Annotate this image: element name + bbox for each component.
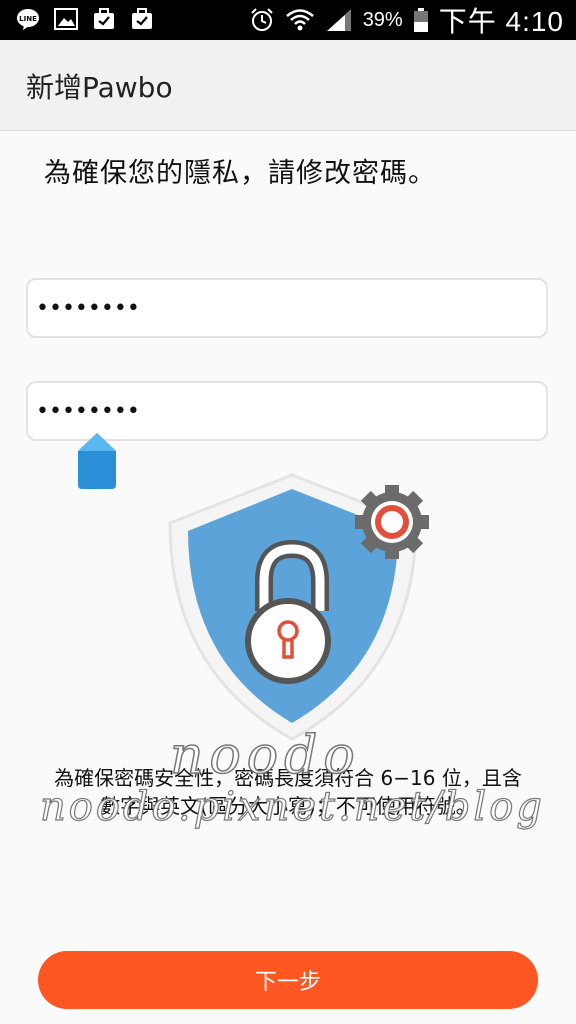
clock-time: 下午 4:10 (438, 6, 564, 37)
next-button[interactable]: 下一步 (38, 951, 538, 1009)
gear-icon (355, 485, 429, 559)
status-left-icons: LINE (16, 6, 154, 32)
briefcase-icon (94, 8, 114, 29)
signal-icon (326, 9, 351, 31)
new-password-field[interactable] (26, 278, 548, 338)
headline: 為確保您的隱私，請修改密碼。 (44, 158, 436, 189)
new-password-input[interactable] (28, 280, 546, 336)
page-title: 新增Pawbo (26, 71, 173, 104)
briefcase-icon (132, 8, 152, 29)
gallery-icon (54, 8, 78, 30)
wifi-icon (285, 9, 314, 31)
status-right: 39% 下午 4:10 (249, 0, 564, 40)
battery-icon (413, 8, 428, 32)
text-cursor-handle[interactable] (76, 431, 118, 491)
security-shield-illustration (168, 473, 429, 741)
svg-text:LINE: LINE (19, 15, 37, 23)
password-rules-line-2: 數字與英文(區分大小寫)；不可使用符號。 (100, 794, 476, 818)
main-content: 為確保您的隱私，請修改密碼。 •••••••• •••••••• 為確保密碼安全… (0, 131, 576, 1024)
app-bar: 新增Pawbo (0, 40, 576, 131)
line-icon: LINE (17, 9, 39, 30)
password-rules-line-1: 為確保密碼安全性，密碼長度須符合 6−16 位，且含 (54, 766, 522, 790)
password-rules-text: 為確保密碼安全性，密碼長度須符合 6−16 位，且含 數字與英文(區分大小寫)；… (30, 764, 546, 820)
battery-percent: 39% (362, 8, 403, 31)
alarm-icon (250, 8, 273, 31)
status-bar: LINE 39% 下午 4:10 (0, 0, 576, 40)
